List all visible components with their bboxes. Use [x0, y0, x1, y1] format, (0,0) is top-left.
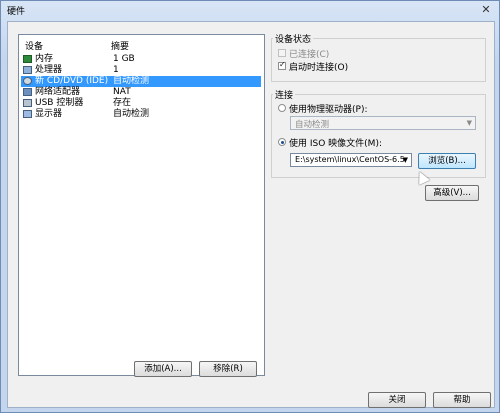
iso-image-label: 使用 ISO 映像文件(M):	[289, 139, 382, 149]
hardware-dialog: 硬件 ✕ 设备 摘要 内存 1 GB 处理器 1 新 CD/DVD (IDE) …	[0, 0, 500, 413]
help-button[interactable]: 帮助	[433, 392, 491, 408]
device-name: 网络适配器	[35, 87, 81, 97]
radio-dot-icon	[280, 140, 284, 144]
physical-drive-radio[interactable]	[278, 104, 286, 112]
display-icon	[23, 110, 32, 118]
device-row-processor[interactable]: 处理器 1	[21, 65, 261, 76]
advanced-button[interactable]: 高级(V)...	[425, 185, 479, 201]
connect-at-power-on-label: 启动时连接(O)	[289, 63, 349, 73]
connection-title: 连接	[273, 88, 296, 101]
device-name: 处理器	[35, 65, 63, 75]
browse-button[interactable]: 浏览(B)...	[418, 153, 476, 169]
device-summary: 1 GB	[113, 54, 135, 64]
network-adapter-icon	[23, 88, 32, 96]
device-summary: 自动检测	[113, 76, 150, 86]
device-name: 显示器	[35, 109, 63, 119]
close-icon[interactable]: ✕	[479, 3, 493, 16]
usb-controller-icon	[23, 99, 32, 107]
device-summary: 自动检测	[113, 109, 150, 119]
processor-icon	[23, 66, 32, 74]
window-title: 硬件	[7, 7, 26, 17]
add-button[interactable]: 添加(A)...	[134, 361, 192, 377]
close-button[interactable]: 关闭	[368, 392, 426, 408]
iso-path-value: E:\system\linux\CentOS-6.5	[295, 155, 405, 164]
checkmark-icon: ✓	[279, 60, 286, 69]
device-column-header[interactable]: 设备	[25, 39, 43, 52]
device-summary: NAT	[113, 87, 131, 97]
device-list: 设备 摘要 内存 1 GB 处理器 1 新 CD/DVD (IDE) 自动检测 …	[18, 34, 265, 376]
device-name: 新 CD/DVD (IDE)	[35, 76, 109, 86]
cd-dvd-icon	[23, 77, 32, 85]
device-summary: 存在	[113, 98, 132, 108]
physical-drive-value: 自动检测	[295, 120, 330, 130]
memory-icon	[23, 55, 32, 63]
device-row-cd-dvd[interactable]: 新 CD/DVD (IDE) 自动检测	[21, 76, 261, 87]
device-summary: 1	[113, 65, 119, 75]
remove-button[interactable]: 移除(R)	[199, 361, 257, 377]
device-name: USB 控制器	[35, 98, 84, 108]
connect-at-power-on-checkbox[interactable]: ✓	[278, 60, 286, 70]
chevron-down-icon: ▼	[466, 119, 472, 127]
device-row-usb-controller[interactable]: USB 控制器 存在	[21, 98, 261, 109]
title-bar: 硬件 ✕	[1, 1, 499, 19]
iso-image-radio[interactable]	[278, 138, 286, 146]
summary-column-header[interactable]: 摘要	[111, 39, 129, 52]
device-name: 内存	[35, 54, 54, 64]
device-status-title: 设备状态	[273, 32, 314, 45]
connected-label: 已连接(C)	[289, 50, 330, 60]
physical-drive-select[interactable]: 自动检测 ▼	[290, 116, 476, 130]
physical-drive-label: 使用物理驱动器(P):	[289, 105, 368, 115]
device-row-memory[interactable]: 内存 1 GB	[21, 54, 261, 65]
dialog-body: 设备 摘要 内存 1 GB 处理器 1 新 CD/DVD (IDE) 自动检测 …	[7, 21, 495, 408]
device-row-network-adapter[interactable]: 网络适配器 NAT	[21, 87, 261, 98]
iso-path-select[interactable]: E:\system\linux\CentOS-6.5 ▼	[290, 153, 412, 167]
device-row-display[interactable]: 显示器 自动检测	[21, 109, 261, 120]
chevron-down-icon: ▼	[402, 156, 408, 164]
connected-checkbox[interactable]	[278, 49, 286, 57]
